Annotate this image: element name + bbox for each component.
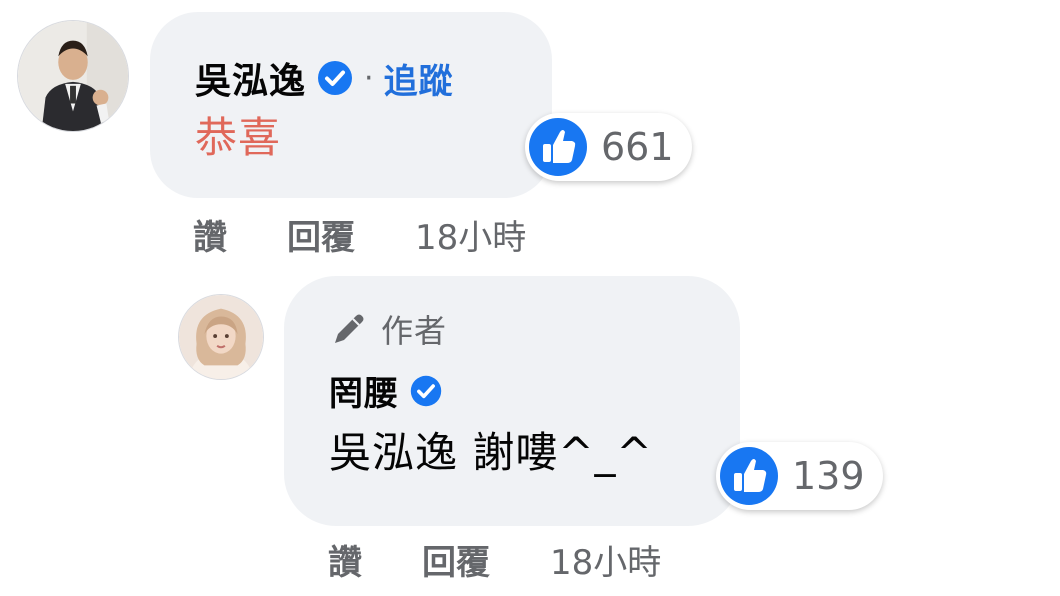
reaction-count: 661 — [601, 125, 674, 169]
reply-bubble: 作者 罔腰 吳泓逸 謝嘍^_^ — [284, 276, 740, 526]
comment-actions: 讚 回覆 18小時 — [328, 535, 661, 584]
avatar-woman-icon — [179, 295, 263, 379]
verified-badge-icon — [316, 59, 354, 97]
avatar[interactable] — [178, 294, 264, 380]
author-name[interactable]: 吳泓逸 — [195, 52, 306, 104]
author-badge-row: 作者 — [329, 306, 740, 352]
comment-text: 恭喜 — [195, 113, 282, 162]
reaction-count: 139 — [792, 454, 865, 498]
follow-button[interactable]: 追蹤 — [384, 54, 454, 103]
comment-bubble: 吳泓逸 · 追蹤 恭喜 — [150, 12, 552, 198]
avatar-man-suit-icon — [18, 21, 128, 131]
reply-button[interactable]: 回覆 — [422, 535, 490, 584]
like-reaction-icon — [529, 118, 587, 176]
author-badge-label: 作者 — [381, 312, 448, 350]
reply-button[interactable]: 回覆 — [287, 210, 355, 259]
like-reaction-icon — [720, 447, 778, 505]
comment-header: 吳泓逸 · 追蹤 — [195, 52, 552, 104]
timestamp[interactable]: 18小時 — [415, 210, 526, 259]
comment-header: 罔腰 — [329, 366, 740, 415]
reaction-summary[interactable]: 139 — [716, 442, 883, 510]
comment-thread: 吳泓逸 · 追蹤 恭喜 661 讚 回覆 18小時 作者 罔腰 吳泓逸 謝嘍^_… — [0, 0, 1060, 596]
pen-icon — [335, 314, 364, 343]
avatar[interactable] — [17, 20, 129, 132]
comment-actions: 讚 回覆 18小時 — [193, 210, 526, 259]
separator-dot: · — [364, 60, 374, 96]
verified-badge-icon — [409, 374, 443, 408]
reaction-summary[interactable]: 661 — [525, 113, 692, 181]
timestamp[interactable]: 18小時 — [550, 535, 661, 584]
like-button[interactable]: 讚 — [193, 210, 227, 259]
like-button[interactable]: 讚 — [328, 535, 362, 584]
author-name[interactable]: 罔腰 — [329, 366, 399, 415]
comment-text: 吳泓逸 謝嘍^_^ — [329, 428, 653, 477]
